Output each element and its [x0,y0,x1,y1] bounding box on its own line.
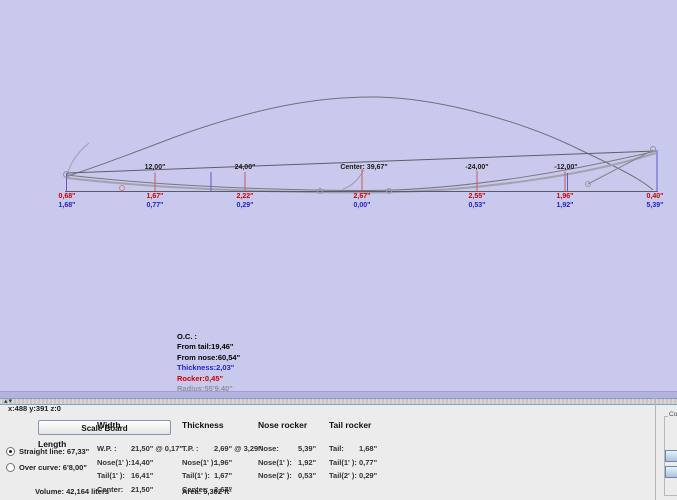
thickness-row: T.P. :2,69" @ 3,29" [182,442,262,456]
tail-rocker-2ft-value: 0,29" [359,471,377,480]
width-row: Nose(1' ):14,40" [97,456,183,470]
tail-rocker-value: 1,68" [359,444,377,453]
thickness-nose1-value: 1,96" [214,458,232,467]
width-wp-value: 21,50" @ 0,17" [131,444,183,453]
nose-rocker-row: Nose(1' ):1,92" [258,456,316,470]
station-thickness-value: 1,96" [557,193,574,200]
station-thickness-value: 0,40" [647,193,664,200]
station-rocker-value: 0,00" [354,202,371,209]
oc-radius: Radius:55'9,40" [177,384,240,391]
nose-rocker-1ft-value: 1,92" [298,458,316,467]
nose-rocker-2ft-value: 0,53" [298,471,316,480]
nose-rocker-row: Nose(2' ):0,53" [258,469,316,483]
area-value: Area: 9,302 ft² [182,487,232,496]
radio-selected-icon [6,447,15,456]
radio-straight-line[interactable]: Straight line: 67,33" [6,447,89,456]
station-rocker-value: 5,39" [647,202,664,209]
thickness-tail1-value: 1,67" [214,471,232,480]
oc-from-tail: From tail:19,46" [177,342,240,352]
cursor-coordinates: x:488 y:391 z:0 [8,404,61,413]
width-nose1-value: 14,40" [131,458,153,467]
width-row: Center:21,50" [97,483,183,497]
design-canvas[interactable]: 12,00" 24,00" Center: 39,67" -24,00" -12… [0,0,677,391]
width-row: Tail(1' ):16,41" [97,469,183,483]
thickness-row: Nose(1' ):1,96" [182,456,262,470]
oc-from-nose: From nose:60,54" [177,353,240,363]
thickness-heading: Thickness [182,420,224,430]
right-panel-button[interactable] [665,450,677,462]
station-thickness-value: 0,68" [59,193,76,200]
oc-title: O.C. : [177,332,240,342]
radio-unselected-icon [6,463,15,472]
radio-over-curve[interactable]: Over curve: 6'8,00" [6,463,87,472]
right-groupbox-label: Com [668,411,677,418]
nose-rocker-heading: Nose rocker [258,420,307,430]
station-label: -12,00" [554,164,577,171]
tail-rocker-heading: Tail rocker [329,420,371,430]
station-thickness-value: 2,22" [237,193,254,200]
station-label: 12,00" [145,164,166,171]
oc-thickness: Thickness:2,03" [177,363,240,373]
horizontal-splitter[interactable]: ▴▾ [0,398,677,405]
over-curve-label: Over curve: 6'8,00" [19,463,87,472]
width-row: W.P. :21,50" @ 0,17" [97,442,183,456]
panel-divider [655,398,656,500]
tail-rocker-row: Tail:1,68" [329,442,377,456]
center-guide-curve [343,170,364,189]
nose-rocker-row: Nose:5,39" [258,442,316,456]
right-panel-button[interactable] [665,466,677,478]
straight-line-label: Straight line: 67,33" [19,447,89,456]
station-rocker-value: 0,53" [469,202,486,209]
station-thickness-value: 1,67" [147,193,164,200]
nose-control-handle [588,150,653,184]
thickness-row: Tail(1' ):1,67" [182,469,262,483]
width-center-value: 21,50" [131,485,153,494]
width-tail1-value: 16,41" [131,471,153,480]
station-rocker-value: 0,77" [147,202,164,209]
control-point[interactable] [120,186,125,191]
oc-info-block: O.C. : From tail:19,46" From nose:60,54"… [177,332,240,391]
station-label-center: Center: 39,67" [340,164,387,171]
nose-rocker-value: 5,39" [298,444,316,453]
station-thickness-value: 2,67" [354,193,371,200]
tail-rocker-1ft-value: 0,77" [359,458,377,467]
oc-rocker: Rocker:0,45" [177,374,240,384]
tail-rocker-row: Tail(2' ):0,29" [329,469,377,483]
thickness-tp-value: 2,69" @ 3,29" [214,444,262,453]
station-rocker-value: 0,29" [237,202,254,209]
station-rocker-value: 1,68" [59,202,76,209]
station-label: 24,00" [235,164,256,171]
tail-outline-curve [67,143,89,179]
station-label: -24,00" [465,164,488,171]
station-thickness-value: 2,55" [469,193,486,200]
board-profile-drawing [0,0,677,391]
width-heading: Width [97,420,121,430]
canvas-bottom-strip [0,391,677,398]
tail-rocker-row: Tail(1' ):0,77" [329,456,377,470]
station-rocker-value: 1,92" [557,202,574,209]
